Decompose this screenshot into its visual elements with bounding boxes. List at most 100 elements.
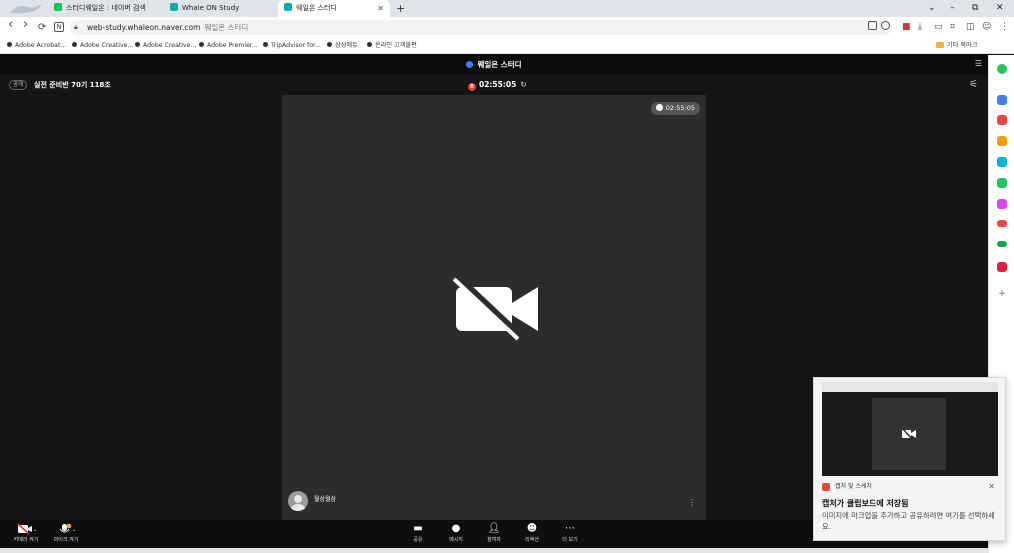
notification-title: 캡처가 클립보드에 저장됨: [822, 499, 909, 508]
close-tab-icon[interactable]: ✕: [377, 0, 384, 17]
screen-record-icon[interactable]: ⌗: [950, 21, 955, 33]
cast-icon[interactable]: [868, 21, 877, 30]
smiley-icon: ☻: [526, 523, 538, 534]
video-timer: 02:55:05: [650, 102, 700, 115]
bookmark-item[interactable]: 삼성에듀: [327, 38, 358, 53]
bookmark-favicon-icon: [135, 42, 140, 47]
collapse-icon[interactable]: ☰: [975, 59, 982, 68]
snip-sketch-icon: [822, 483, 830, 491]
whale-on-favicon-icon: [284, 3, 292, 11]
reaction-button[interactable]: ☻ 리액션: [517, 523, 547, 545]
participants-button[interactable]: 👤︎ 참여자: [479, 523, 509, 545]
public-badge: 공개: [9, 80, 28, 90]
tab-whale-on-study[interactable]: Whale ON Study: [164, 0, 276, 17]
whale-assistant-icon[interactable]: [997, 64, 1007, 74]
sidebar-toggle-icon[interactable]: ◫: [966, 21, 975, 33]
share-screen-icon: ▬: [413, 523, 423, 534]
bookmarks-bar: Adobe Acrobat... Adobe Creative... Adobe…: [0, 38, 1014, 54]
video-tile: 02:55:05 월삼월삼 ⋮: [282, 95, 706, 520]
app-title-bar: 웨일온 스터디 ☰: [0, 55, 988, 75]
download-icon[interactable]: ⤓: [918, 21, 922, 33]
capture-icon[interactable]: ▭: [934, 21, 943, 33]
app-title: 웨일온 스터디: [0, 55, 988, 75]
bookmark-favicon-icon: [72, 42, 77, 47]
tab-menu-icon[interactable]: ⌄: [928, 0, 936, 17]
camera-toggle-button[interactable]: ⌄ 카메라 켜기: [11, 523, 41, 545]
mic-toggle-button[interactable]: ⌄ 마이크 켜기: [51, 523, 81, 545]
bookmark-favicon-icon: [327, 42, 332, 47]
browser-toolbar: ‹ › ⟳ N 🔒︎ web-study.whaleon.naver.com 웨일…: [0, 17, 1014, 38]
sidebar-webtoon-icon[interactable]: [997, 262, 1007, 272]
clock-icon: [655, 104, 663, 111]
tab-whale-on-study-room[interactable]: 웨일온 스터디 ✕: [278, 0, 390, 17]
sidebar-add-icon[interactable]: +: [997, 289, 1007, 299]
bookmark-star-icon[interactable]: [881, 21, 890, 30]
camera-off-icon: [452, 275, 538, 341]
refresh-icon[interactable]: ↻: [520, 80, 526, 89]
bookmark-item[interactable]: TripAdvisor for...: [263, 38, 321, 53]
taskbar-edge: [0, 548, 988, 553]
bookmark-item[interactable]: Adobe Premier...: [199, 38, 258, 53]
bookmark-item[interactable]: Adobe Acrobat...: [7, 38, 66, 53]
new-tab-button[interactable]: +: [396, 0, 405, 17]
forward-icon[interactable]: ›: [23, 18, 28, 31]
address-url: web-study.whaleon.naver.com: [87, 23, 201, 32]
more-button[interactable]: ⋯ 더 보기: [555, 523, 585, 545]
camera-off-thumb-icon: [901, 428, 916, 440]
whale-on-logo-icon: [466, 61, 474, 68]
person-icon: 👤︎: [487, 523, 501, 534]
sidebar-line-icon[interactable]: [997, 178, 1007, 188]
participant-avatar: [288, 491, 308, 511]
bookmark-item[interactable]: Adobe Creative...: [135, 38, 196, 53]
bookmark-favicon-icon: [367, 42, 372, 47]
svg-text:⌄: ⌄: [72, 527, 76, 533]
other-bookmarks[interactable]: 기타 북마크: [936, 38, 977, 53]
room-name: 실전 준비반 70기 118조: [34, 81, 111, 89]
recording-icon: R: [468, 83, 476, 91]
notification-app-name: 캡처 및 스케치: [835, 483, 872, 490]
bookmark-favicon-icon: [199, 42, 204, 47]
sidebar-memo-icon[interactable]: [997, 136, 1007, 146]
close-window-icon[interactable]: ✕: [996, 0, 1004, 17]
sidebar-translate-icon[interactable]: [997, 157, 1007, 167]
room-info-bar: 공개 실전 준비반 70기 118조 R 02:55:05 ↻ ⚟: [0, 75, 988, 95]
youtube-icon[interactable]: [997, 220, 1007, 227]
mic-off-icon: ⌄: [51, 523, 81, 535]
menu-icon[interactable]: ⋮: [1000, 21, 1009, 33]
recording-timer: R 02:55:05 ↻: [468, 80, 527, 91]
more-options-icon[interactable]: ⋮: [688, 499, 696, 507]
capture-thumbnail: [822, 382, 998, 476]
participant-name: 월삼월삼: [314, 496, 337, 503]
sidebar-pocket-icon[interactable]: [997, 115, 1007, 125]
sidebar-app-icon[interactable]: [997, 95, 1007, 105]
whale-logo-icon: [10, 4, 42, 14]
browser-tab-strip: 스터디웨일온 : 네이버 검색 Whale ON Study 웨일온 스터디 ✕…: [0, 0, 1014, 17]
message-button[interactable]: ● 메시지: [441, 523, 471, 545]
whale-on-favicon-icon: [170, 3, 178, 11]
capture-notification[interactable]: 캡처 및 스케치 ✕ 캡처가 클립보드에 저장됨 이미지에 마크업을 추가하고 …: [813, 377, 1006, 541]
bookmark-favicon-icon: [263, 42, 268, 47]
camera-off-small-icon: ⌄: [11, 523, 41, 535]
address-bar[interactable]: 🔒︎ web-study.whaleon.naver.com 웨일온 스터디: [70, 20, 892, 35]
naver-favicon-icon: [54, 3, 62, 11]
close-icon[interactable]: ✕: [988, 482, 995, 492]
tab-naver-search[interactable]: 스터디웨일온 : 네이버 검색: [48, 0, 160, 17]
bookmark-item[interactable]: 온라인 고객불편: [367, 38, 417, 53]
naver-home-icon[interactable]: N: [54, 22, 64, 32]
settings-sliders-icon[interactable]: ⚟: [969, 79, 978, 90]
ellipsis-icon: ⋯: [565, 523, 575, 534]
instagram-icon[interactable]: [997, 199, 1007, 209]
minimize-icon[interactable]: –: [950, 0, 955, 17]
sidebar-stock-icon[interactable]: [997, 241, 1007, 247]
profile-icon[interactable]: ☺: [982, 21, 991, 33]
bookmark-favicon-icon: [7, 42, 12, 47]
extension-icon[interactable]: ■: [902, 21, 911, 33]
svg-text:⌄: ⌄: [33, 527, 36, 533]
bookmark-item[interactable]: Adobe Creative...: [72, 38, 133, 53]
reload-icon[interactable]: ⟳: [38, 21, 46, 34]
address-page-title: 웨일온 스터디: [204, 23, 249, 32]
back-icon[interactable]: ‹: [8, 18, 13, 31]
screen: 스터디웨일온 : 네이버 검색 Whale ON Study 웨일온 스터디 ✕…: [0, 0, 1014, 553]
restore-icon[interactable]: ⧉: [972, 0, 978, 17]
share-button[interactable]: ▬ 공유: [403, 523, 433, 545]
